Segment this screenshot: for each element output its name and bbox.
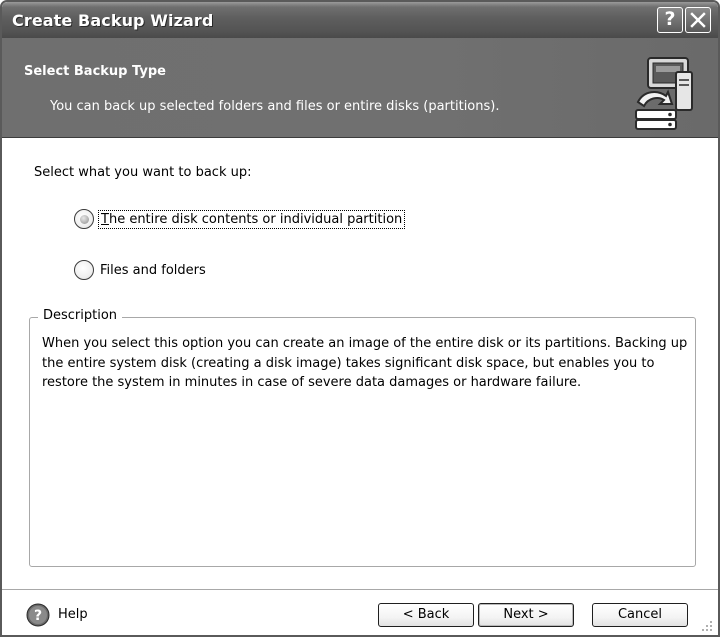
wizard-window: Create Backup Wizard ? Select Backup Typ… [0,0,720,637]
resize-grip-icon[interactable] [700,619,714,633]
option-entire-disk-label[interactable]: The entire disk contents or individual p… [97,209,406,229]
title-bar[interactable]: Create Backup Wizard ? [2,2,718,38]
backup-prompt: Select what you want to back up: [34,165,252,180]
radio-entire-disk[interactable] [74,209,94,229]
next-button[interactable]: Next > [478,603,574,627]
option-entire-disk[interactable]: The entire disk contents or individual p… [74,208,406,230]
option-entire-disk-label-text: he entire disk contents or individual pa… [108,211,403,227]
help-icon[interactable]: ? [26,603,50,627]
option-files-folders-label[interactable]: Files and folders [100,263,206,278]
svg-text:?: ? [34,608,42,624]
help-link[interactable]: Help [58,607,88,622]
back-button[interactable]: < Back [378,603,474,627]
description-text: When you select this option you can crea… [42,336,688,390]
close-button[interactable] [685,7,711,33]
description-title: Description [38,308,123,323]
wizard-header: Select Backup Type You can back up selec… [2,38,718,138]
backup-computer-icon [635,57,693,130]
cancel-button[interactable]: Cancel [592,603,688,627]
window-title: Create Backup Wizard [12,11,214,30]
close-icon [690,12,706,28]
footer-divider [2,589,718,590]
page-subtitle: You can back up selected folders and fil… [50,99,500,114]
help-title-button[interactable]: ? [657,7,683,33]
radio-files-folders[interactable] [74,260,94,280]
option-files-folders[interactable]: Files and folders [74,259,206,281]
page-title: Select Backup Type [24,64,166,79]
